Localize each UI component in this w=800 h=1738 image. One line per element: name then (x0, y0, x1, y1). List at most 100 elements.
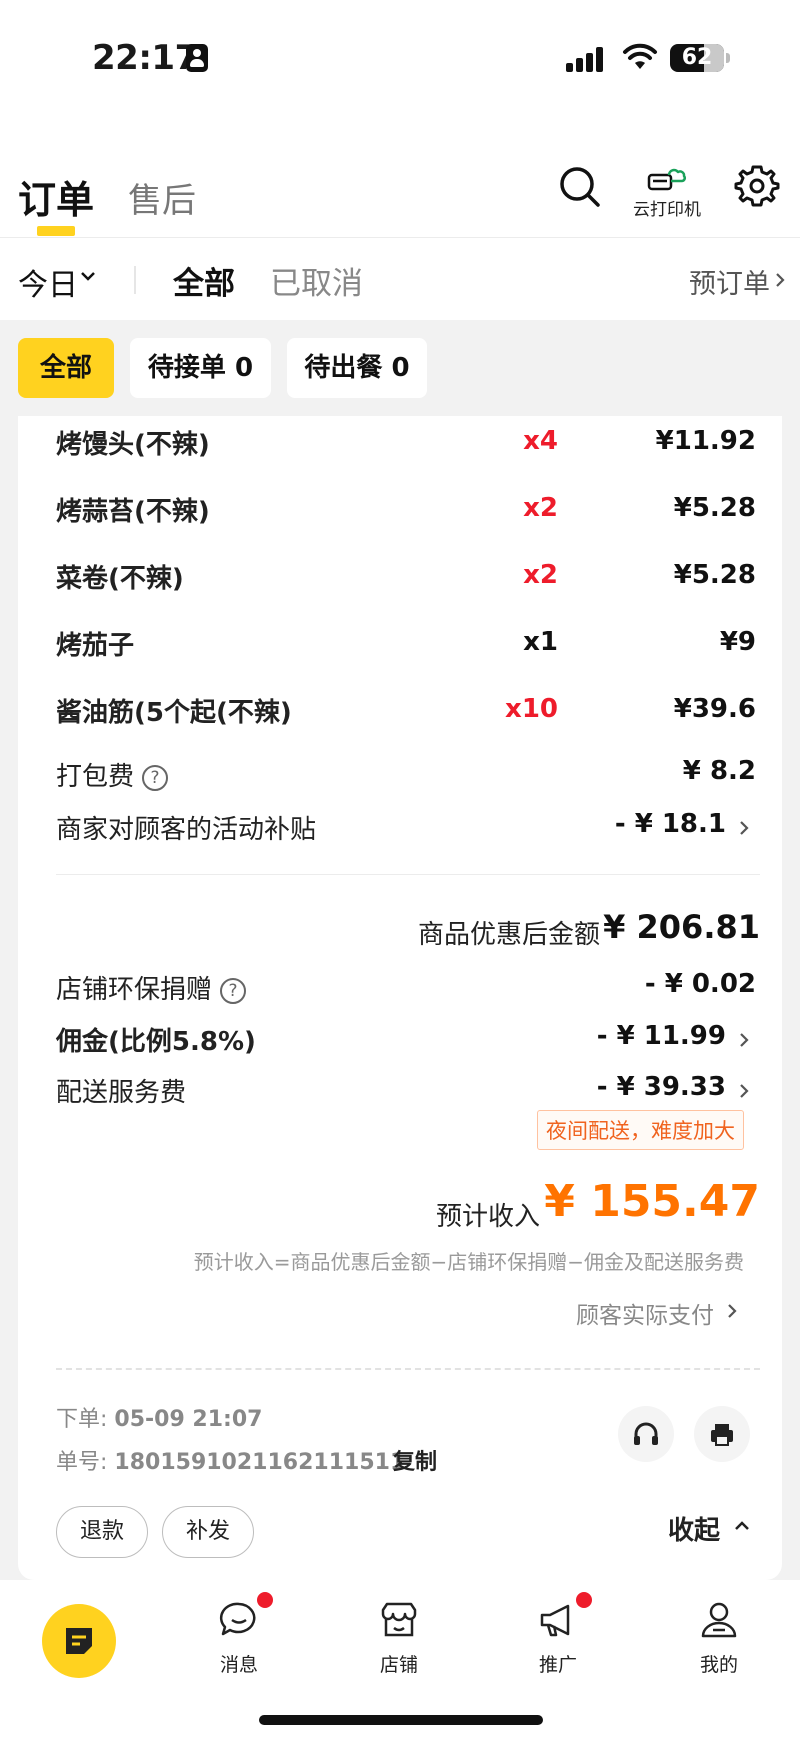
chevron-right-icon (740, 1084, 749, 1098)
item-qty: x2 (523, 493, 558, 523)
cloud-printer-button[interactable]: 云打印机 (630, 165, 704, 221)
contact-badge-icon (186, 44, 208, 72)
income-row: 预计收入 ¥ 155.47 (56, 1176, 760, 1236)
order-time-value: 05-09 21:07 (114, 1407, 263, 1432)
item-name: 菜卷(不辣) (56, 564, 184, 594)
subsidy-row[interactable]: 商家对顾客的活动补贴 - ¥ 18.1 (56, 809, 756, 849)
home-indicator (259, 1715, 543, 1725)
order-number-value: 1801591021162111511 (114, 1450, 406, 1475)
nav-mine[interactable]: 我的 (674, 1598, 764, 1677)
chip-all[interactable]: 全部 (18, 338, 114, 398)
order-card: 烤馒头(不辣) x4 ¥11.92 烤蒜苔(不辣) x2 ¥5.28 菜卷(不辣… (18, 416, 782, 1580)
megaphone-icon (540, 1604, 570, 1637)
income-label: 预计收入 (435, 1202, 540, 1232)
delivery-fee-value: - ¥ 39.33 (596, 1072, 726, 1102)
refund-button[interactable]: 退款 (56, 1506, 148, 1558)
collapse-button[interactable]: 收起 (668, 1510, 720, 1547)
print-button[interactable] (694, 1406, 750, 1462)
unread-dot (576, 1592, 592, 1608)
delivery-fee-row[interactable]: 配送服务费 - ¥ 39.33 (56, 1072, 756, 1112)
chevron-right-icon (740, 1033, 749, 1047)
divider (56, 874, 760, 875)
chip-pending-accept[interactable]: 待接单 0 (130, 338, 271, 398)
preorder-link[interactable]: 预订单 (689, 262, 770, 301)
orders-home-button[interactable] (42, 1604, 116, 1678)
nav-promote[interactable]: 推广 (513, 1592, 603, 1677)
order-note-icon (66, 1628, 92, 1654)
nav-messages-label: 消息 (219, 1654, 258, 1676)
battery-tip (726, 53, 730, 63)
gear-icon[interactable] (734, 163, 780, 209)
dashed-divider (56, 1368, 760, 1370)
list-item: 烤馒头(不辣) x4 ¥11.92 (56, 424, 756, 464)
chip-pending-meal[interactable]: 待出餐 0 (287, 338, 427, 398)
search-icon[interactable] (556, 163, 604, 211)
subtotal-row: 商品优惠后金额 ¥ 206.81 (56, 908, 760, 952)
commission-row[interactable]: 佣金(比例5.8%) - ¥ 11.99 (56, 1021, 756, 1061)
status-bar: 22:17 62 (0, 0, 800, 115)
item-price: ¥39.6 (673, 694, 756, 724)
user-icon (701, 1602, 737, 1638)
item-qty: x1 (523, 627, 558, 657)
chevron-right-icon[interactable] (774, 272, 786, 288)
tab-after-sales[interactable]: 售后 (128, 173, 196, 222)
list-item: 菜卷(不辣) x2 ¥5.28 (56, 558, 756, 598)
chevron-right-icon (740, 821, 749, 835)
chevron-up-icon[interactable] (734, 1520, 750, 1532)
income-value: ¥ 155.47 (544, 1176, 760, 1227)
income-formula: 预计收入=商品优惠后金额−店铺环保捐赠−佣金及配送服务费 (193, 1250, 744, 1274)
item-price: ¥11.92 (655, 426, 756, 456)
nav-promote-label: 推广 (538, 1654, 577, 1676)
chevron-right-icon[interactable] (726, 1302, 738, 1320)
resend-button[interactable]: 补发 (162, 1506, 254, 1558)
cloud-printer-icon (647, 168, 686, 191)
order-number-label: 单号: (56, 1450, 115, 1475)
battery-icon: 62 (670, 44, 724, 72)
customer-service-button[interactable] (618, 1406, 674, 1462)
clock: 22:17 (92, 38, 198, 78)
help-icon[interactable]: ? (220, 978, 247, 1004)
item-price: ¥9 (719, 627, 756, 657)
nav-messages[interactable]: 消息 (194, 1592, 284, 1677)
nav-mine-label: 我的 (699, 1654, 738, 1676)
subsidy-label: 商家对顾客的活动补贴 (56, 815, 317, 845)
chevron-down-icon[interactable] (80, 270, 96, 282)
item-qty: x2 (523, 560, 558, 590)
subtotal-value: ¥ 206.81 (603, 908, 760, 946)
item-qty: x10 (505, 694, 558, 724)
date-filter[interactable]: 今日 (18, 260, 78, 304)
unread-dot (257, 1592, 273, 1608)
filter-all[interactable]: 全部 (173, 258, 235, 303)
actual-payment-link[interactable]: 顾客实际支付 (576, 1296, 714, 1330)
order-time: 下单: 05-09 21:07 (56, 1401, 262, 1433)
item-name: 烤蒜苔(不辣) (56, 497, 210, 527)
store-icon (381, 1602, 417, 1637)
packing-fee-row: 打包费? ¥ 8.2 (56, 756, 756, 796)
commission-value: - ¥ 11.99 (596, 1021, 726, 1051)
packing-fee-value: ¥ 8.2 (682, 756, 756, 786)
list-item: 酱油筋(5个起(不辣) x10 ¥39.6 (56, 692, 756, 732)
nav-store[interactable]: 店铺 (354, 1598, 444, 1677)
cloud-printer-label: 云打印机 (633, 200, 701, 220)
battery-level: 62 (681, 45, 713, 70)
filter-cancelled[interactable]: 已取消 (270, 258, 363, 303)
headset-icon (634, 1422, 658, 1445)
commission-label: 佣金(比例5.8%) (56, 1027, 256, 1057)
list-item: 烤茄子 x1 ¥9 (56, 625, 756, 665)
eco-donation-value: - ¥ 0.02 (644, 969, 756, 999)
item-price: ¥5.28 (673, 560, 756, 590)
packing-fee-label: 打包费 (56, 762, 135, 792)
bottom-nav: 消息 店铺 推广 我的 (0, 1580, 800, 1738)
chat-icon (219, 1602, 256, 1636)
tab-orders[interactable]: 订单 (18, 169, 94, 224)
eco-donation-label: 店铺环保捐赠 (56, 975, 213, 1005)
eco-donation-row: 店铺环保捐赠? - ¥ 0.02 (56, 969, 756, 1009)
list-item: 烤蒜苔(不辣) x2 ¥5.28 (56, 491, 756, 531)
item-qty: x4 (523, 426, 558, 456)
signal-icon (566, 46, 606, 72)
copy-button[interactable]: 复制 (393, 1444, 437, 1476)
active-tab-indicator (37, 226, 75, 236)
item-name: 烤馒头(不辣) (56, 430, 210, 460)
help-icon[interactable]: ? (142, 765, 169, 791)
night-delivery-badge: 夜间配送，难度加大 (537, 1110, 744, 1150)
